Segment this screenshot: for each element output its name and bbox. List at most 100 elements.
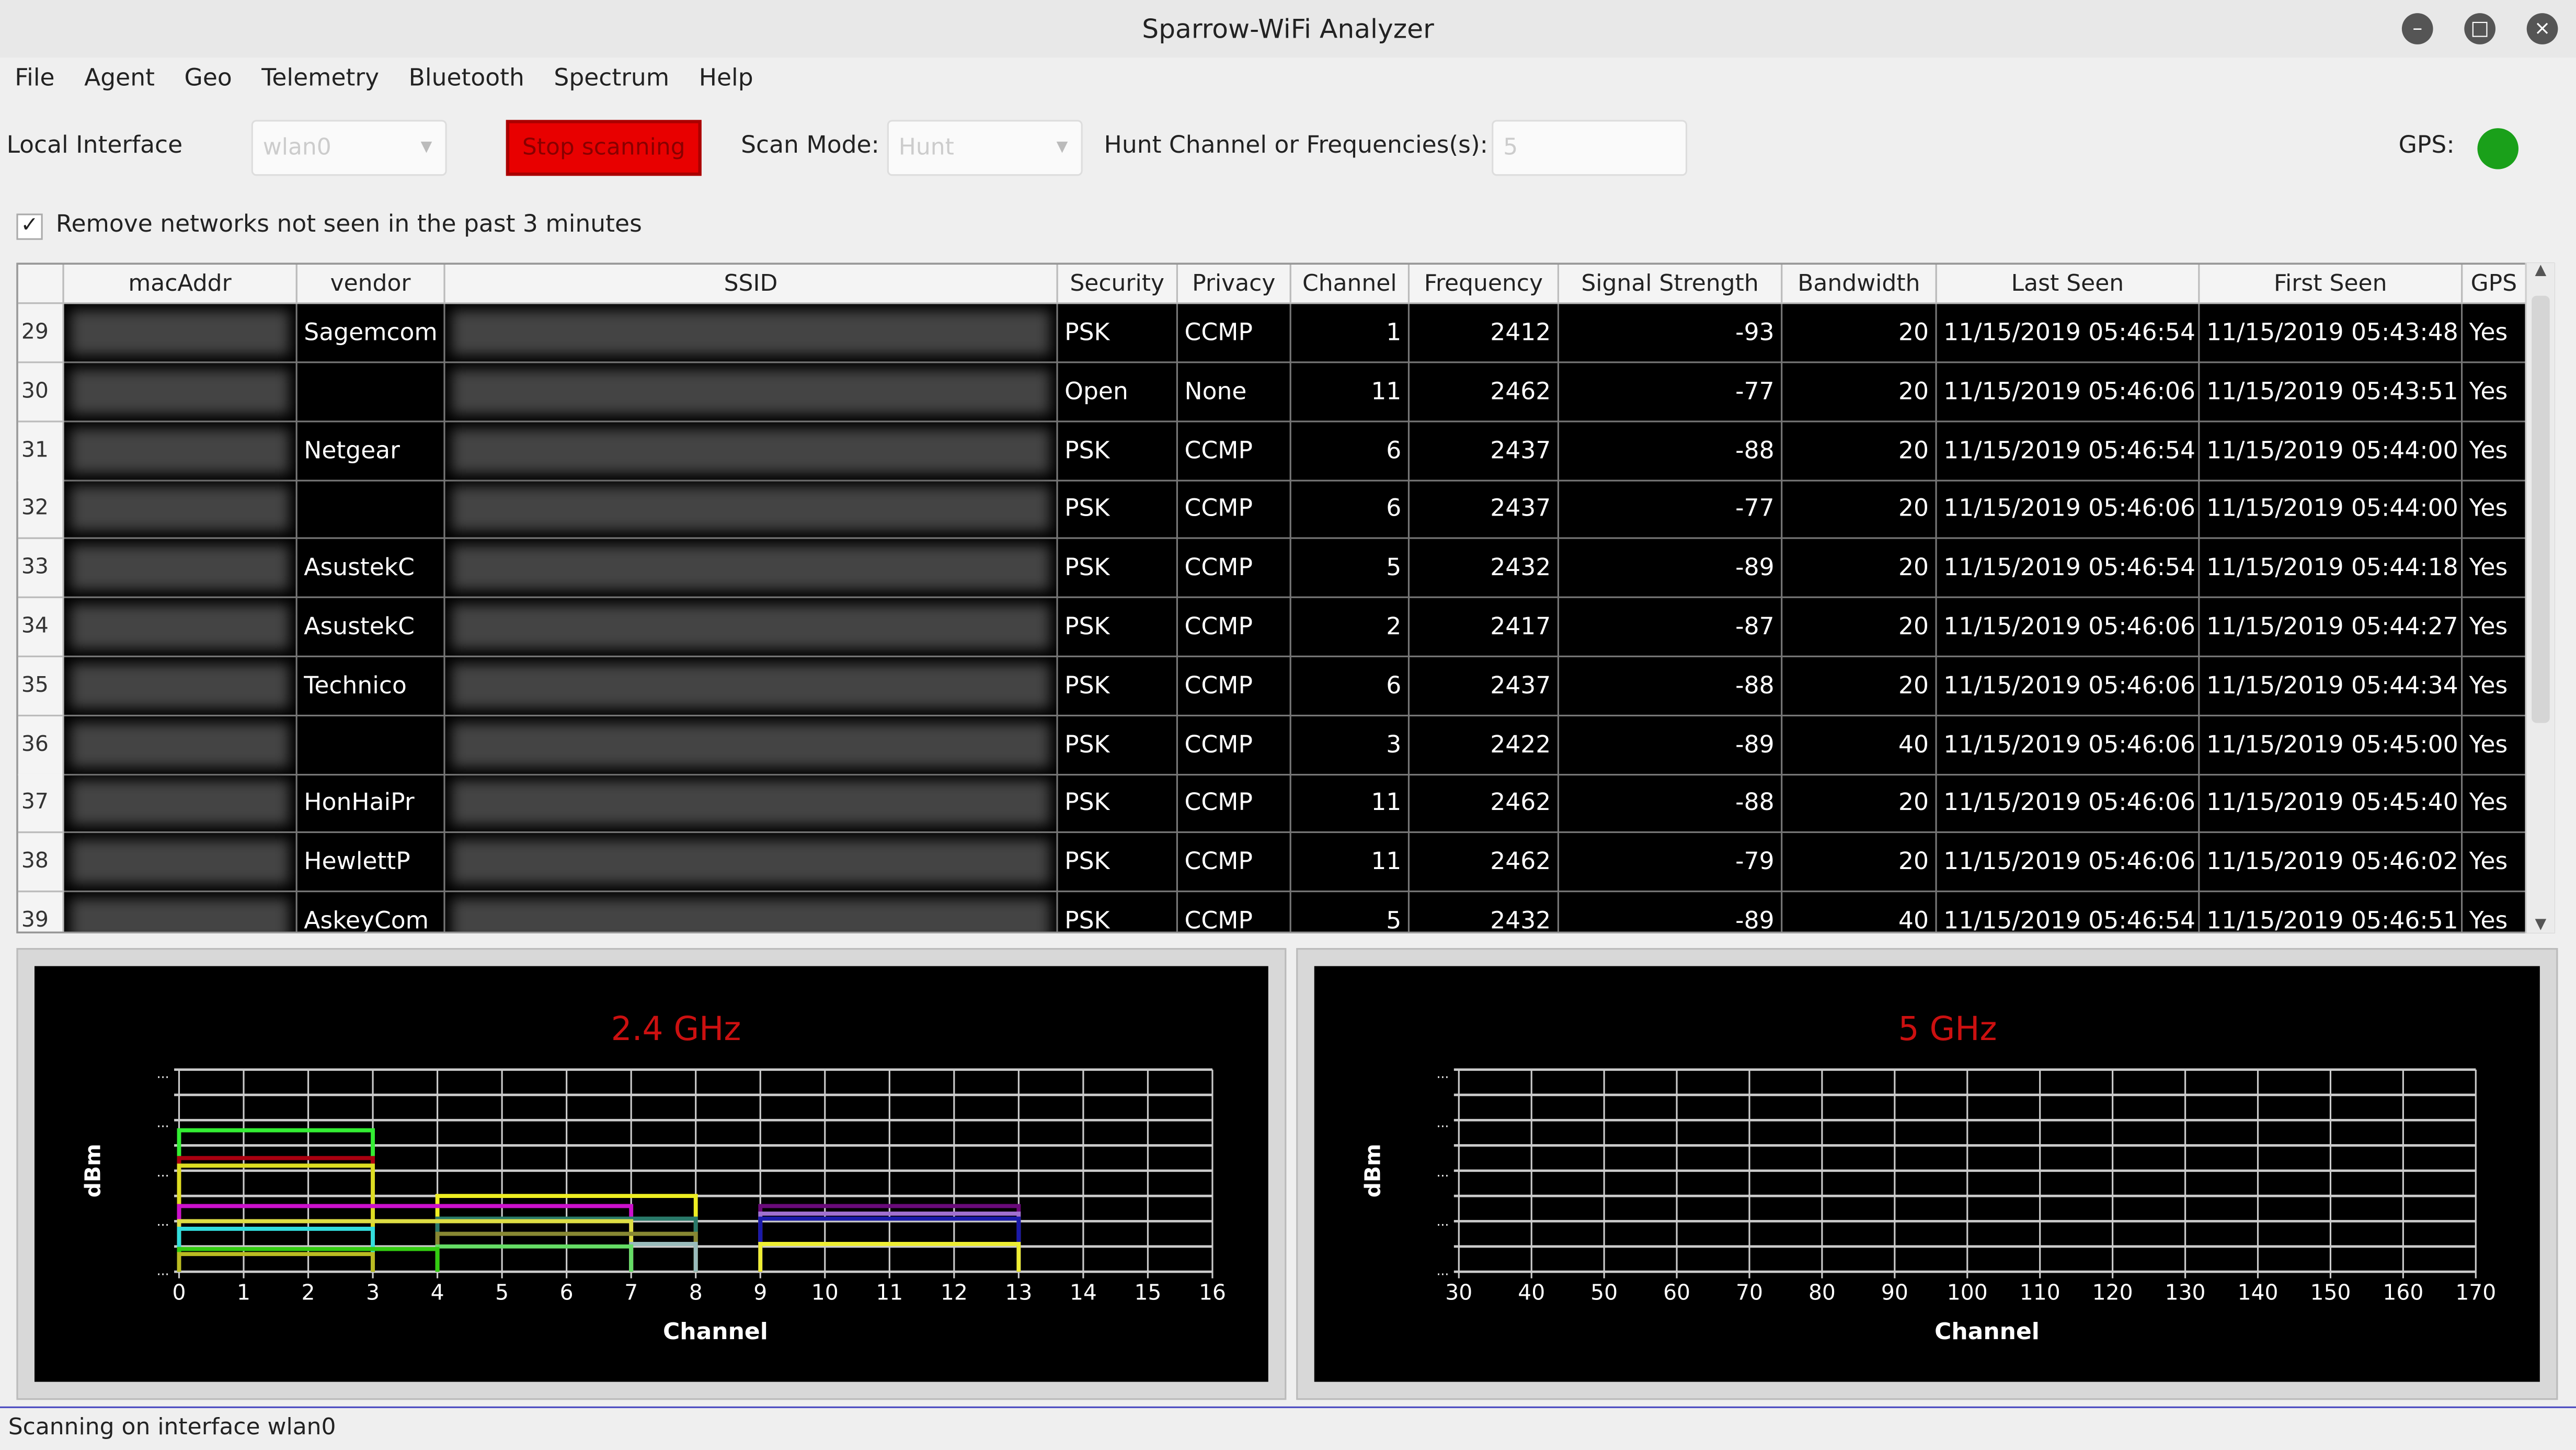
cell-channel[interactable]: 6 <box>1291 480 1410 540</box>
cell-bandwidth[interactable]: 40 <box>1782 892 1937 932</box>
remove-old-checkbox[interactable]: ✓ <box>16 213 43 240</box>
cell-bandwidth[interactable]: 40 <box>1782 715 1937 775</box>
cell-signal[interactable]: -89 <box>1559 539 1783 599</box>
cell-security[interactable]: PSK <box>1058 598 1178 657</box>
cell-frequency[interactable]: 2437 <box>1410 421 1559 481</box>
cell-vendor[interactable]: Technico <box>297 657 445 716</box>
cell-first[interactable]: 11/15/2019 05:44:18 <box>2200 539 2463 599</box>
row-number[interactable]: 38 <box>18 833 64 893</box>
cell-privacy[interactable]: CCMP <box>1177 833 1291 893</box>
row-number[interactable]: 36 <box>18 715 64 775</box>
column-header-channel[interactable]: Channel <box>1291 264 1410 304</box>
cell-signal[interactable]: -93 <box>1559 304 1783 363</box>
cell-bandwidth[interactable]: 20 <box>1782 539 1937 599</box>
cell-last[interactable]: 11/15/2019 05:46:06 <box>1937 598 2200 657</box>
cell-security[interactable]: PSK <box>1058 304 1178 363</box>
cell-channel[interactable]: 6 <box>1291 657 1410 716</box>
ssid-cell-redacted[interactable] <box>445 774 1058 834</box>
cell-privacy[interactable]: CCMP <box>1177 304 1291 363</box>
cell-security[interactable]: PSK <box>1058 421 1178 481</box>
cell-frequency[interactable]: 2432 <box>1410 539 1559 599</box>
minimize-button[interactable]: – <box>2401 13 2433 44</box>
row-number[interactable]: 39 <box>18 892 64 932</box>
ssid-cell-redacted[interactable] <box>445 598 1058 657</box>
cell-vendor[interactable]: HewlettP <box>297 833 445 893</box>
cell-signal[interactable]: -87 <box>1559 598 1783 657</box>
cell-frequency[interactable]: 2462 <box>1410 362 1559 422</box>
cell-security[interactable]: PSK <box>1058 715 1178 775</box>
cell-channel[interactable]: 11 <box>1291 833 1410 893</box>
interface-select[interactable]: wlan0 ▼ <box>251 120 447 176</box>
menu-telemetry[interactable]: Telemetry <box>247 59 394 98</box>
mac-cell-redacted[interactable] <box>64 892 297 932</box>
cell-bandwidth[interactable]: 20 <box>1782 304 1937 363</box>
cell-channel[interactable]: 6 <box>1291 421 1410 481</box>
cell-frequency[interactable]: 2437 <box>1410 480 1559 540</box>
cell-first[interactable]: 11/15/2019 05:45:40 <box>2200 774 2463 834</box>
cell-bandwidth[interactable]: 20 <box>1782 833 1937 893</box>
cell-bandwidth[interactable]: 20 <box>1782 598 1937 657</box>
mac-cell-redacted[interactable] <box>64 421 297 481</box>
cell-bandwidth[interactable]: 20 <box>1782 774 1937 834</box>
cell-security[interactable]: PSK <box>1058 480 1178 540</box>
row-number[interactable]: 29 <box>18 304 64 363</box>
cell-first[interactable]: 11/15/2019 05:44:00 <box>2200 421 2463 481</box>
column-header-bandwidth[interactable]: Bandwidth <box>1782 264 1937 304</box>
scroll-up-arrow[interactable]: ▲ <box>2527 263 2555 279</box>
cell-gps[interactable]: Yes <box>2463 657 2527 716</box>
cell-channel[interactable]: 1 <box>1291 304 1410 363</box>
cell-security[interactable]: PSK <box>1058 539 1178 599</box>
cell-privacy[interactable]: CCMP <box>1177 539 1291 599</box>
cell-last[interactable]: 11/15/2019 05:46:06 <box>1937 657 2200 716</box>
cell-channel[interactable]: 3 <box>1291 715 1410 775</box>
cell-vendor[interactable]: Sagemcom <box>297 304 445 363</box>
cell-last[interactable]: 11/15/2019 05:46:06 <box>1937 362 2200 422</box>
mac-cell-redacted[interactable] <box>64 657 297 716</box>
cell-gps[interactable]: Yes <box>2463 715 2527 775</box>
column-header-security[interactable]: Security <box>1058 264 1178 304</box>
maximize-button[interactable]: □ <box>2464 13 2496 44</box>
cell-vendor[interactable] <box>297 480 445 540</box>
column-header-ssid[interactable]: SSID <box>445 264 1058 304</box>
cell-channel[interactable]: 11 <box>1291 362 1410 422</box>
menu-spectrum[interactable]: Spectrum <box>539 59 684 98</box>
row-number[interactable]: 32 <box>18 480 64 540</box>
scrollbar-thumb[interactable] <box>2532 295 2550 723</box>
ssid-cell-redacted[interactable] <box>445 715 1058 775</box>
mac-cell-redacted[interactable] <box>64 833 297 893</box>
cell-first[interactable]: 11/15/2019 05:44:34 <box>2200 657 2463 716</box>
close-button[interactable]: × <box>2526 13 2558 44</box>
column-header-last-seen[interactable]: Last Seen <box>1937 264 2200 304</box>
cell-signal[interactable]: -79 <box>1559 833 1783 893</box>
row-number[interactable]: 31 <box>18 421 64 481</box>
cell-last[interactable]: 11/15/2019 05:46:06 <box>1937 715 2200 775</box>
cell-privacy[interactable]: CCMP <box>1177 774 1291 834</box>
table-scrollbar[interactable]: ▲ ▼ <box>2525 262 2555 933</box>
cell-first[interactable]: 11/15/2019 05:44:27 <box>2200 598 2463 657</box>
row-number[interactable]: 33 <box>18 539 64 599</box>
cell-signal[interactable]: -77 <box>1559 362 1783 422</box>
cell-last[interactable]: 11/15/2019 05:46:06 <box>1937 833 2200 893</box>
cell-privacy[interactable]: None <box>1177 362 1291 422</box>
cell-security[interactable]: PSK <box>1058 833 1178 893</box>
cell-gps[interactable]: Yes <box>2463 774 2527 834</box>
column-header-signal-strength[interactable]: Signal Strength <box>1559 264 1783 304</box>
cell-frequency[interactable]: 2462 <box>1410 833 1559 893</box>
ssid-cell-redacted[interactable] <box>445 362 1058 422</box>
cell-vendor[interactable]: AsustekC <box>297 539 445 599</box>
scroll-down-arrow[interactable]: ▼ <box>2527 917 2555 933</box>
column-header-frequency[interactable]: Frequency <box>1410 264 1559 304</box>
mac-cell-redacted[interactable] <box>64 304 297 363</box>
cell-frequency[interactable]: 2422 <box>1410 715 1559 775</box>
cell-security[interactable]: PSK <box>1058 892 1178 932</box>
column-header-privacy[interactable]: Privacy <box>1177 264 1291 304</box>
cell-signal[interactable]: -88 <box>1559 774 1783 834</box>
row-number[interactable]: 34 <box>18 598 64 657</box>
cell-privacy[interactable]: CCMP <box>1178 892 1291 932</box>
cell-frequency[interactable]: 2412 <box>1410 304 1559 363</box>
cell-last[interactable]: 11/15/2019 05:46:54 <box>1937 421 2200 481</box>
cell-channel[interactable]: 2 <box>1291 598 1410 657</box>
cell-security[interactable]: PSK <box>1058 774 1178 834</box>
menu-file[interactable]: File <box>0 59 70 98</box>
mac-cell-redacted[interactable] <box>64 539 297 599</box>
